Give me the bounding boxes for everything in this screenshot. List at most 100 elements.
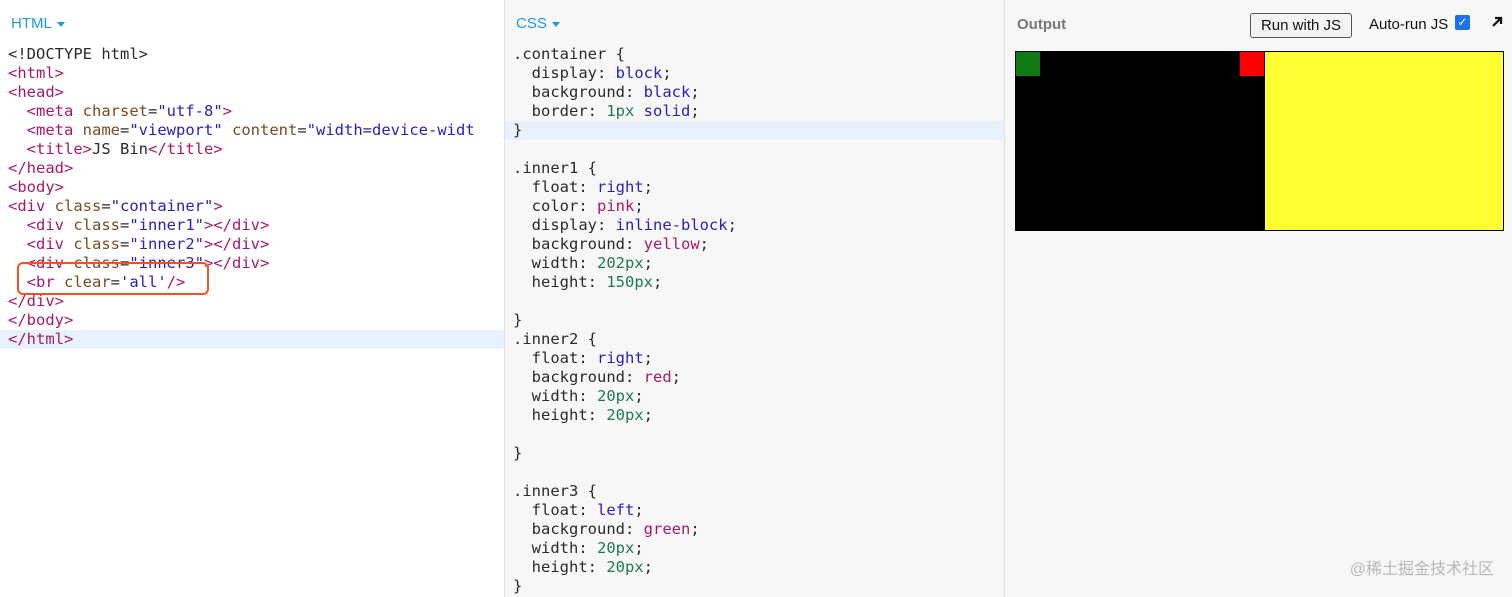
- code-token: ;: [643, 558, 653, 576]
- code-token: right: [597, 178, 644, 196]
- code-line[interactable]: }: [505, 444, 1004, 463]
- auto-run-checkbox[interactable]: ✓: [1455, 15, 1470, 30]
- code-token: red: [643, 368, 672, 386]
- code-token: =: [101, 197, 111, 215]
- code-line[interactable]: width: 20px;: [505, 387, 1004, 406]
- code-line[interactable]: <meta charset="utf-8">: [0, 102, 504, 121]
- code-token: <html>: [8, 64, 64, 82]
- css-tab-label: CSS: [516, 15, 547, 32]
- code-token: display:: [513, 64, 616, 82]
- code-line[interactable]: .inner3 {: [505, 482, 1004, 501]
- code-token: <div: [26, 235, 74, 253]
- code-line[interactable]: <div class="inner1"></div>: [0, 216, 504, 235]
- code-token: 20px: [597, 387, 635, 405]
- code-line[interactable]: height: 20px;: [505, 406, 1004, 425]
- code-token: "inner1": [129, 216, 205, 234]
- code-line[interactable]: display: inline-block;: [505, 216, 1004, 235]
- code-line[interactable]: <div class="container">: [0, 197, 504, 216]
- code-line[interactable]: }: [505, 311, 1004, 330]
- code-token: background:: [513, 83, 644, 101]
- code-token: class: [54, 197, 102, 215]
- code-line[interactable]: background: black;: [505, 83, 1004, 102]
- code-line[interactable]: float: left;: [505, 501, 1004, 520]
- code-token: </body>: [8, 311, 74, 329]
- code-line[interactable]: width: 202px;: [505, 254, 1004, 273]
- code-line[interactable]: .inner1 {: [505, 159, 1004, 178]
- code-token: <meta: [26, 121, 83, 139]
- code-token: ;: [643, 254, 654, 272]
- code-line[interactable]: color: pink;: [505, 197, 1004, 216]
- code-token: .inner1 {: [513, 159, 597, 177]
- code-line[interactable]: float: right;: [505, 178, 1004, 197]
- code-token: =: [120, 216, 130, 234]
- code-token: block: [615, 64, 663, 82]
- code-line[interactable]: [505, 425, 1004, 444]
- code-line[interactable]: [505, 292, 1004, 311]
- code-token: width:: [513, 254, 597, 272]
- code-line[interactable]: height: 150px;: [505, 273, 1004, 292]
- expand-icon[interactable]: [1489, 14, 1505, 30]
- css-panel-tab[interactable]: CSS: [516, 15, 560, 32]
- code-line[interactable]: display: block;: [505, 64, 1004, 83]
- html-code-editor[interactable]: <!DOCTYPE html> <html> <head> <meta charse…: [0, 45, 504, 349]
- code-line[interactable]: </html>: [0, 330, 504, 349]
- code-line[interactable]: border: 1px solid;: [505, 102, 1004, 121]
- code-line[interactable]: float: right;: [505, 349, 1004, 368]
- code-line[interactable]: .inner2 {: [505, 330, 1004, 349]
- code-token: ></div>: [204, 216, 270, 234]
- code-token: float:: [513, 178, 597, 196]
- code-line[interactable]: [505, 140, 1004, 159]
- code-token: ;: [643, 406, 653, 424]
- code-line[interactable]: }: [505, 121, 1004, 140]
- code-line[interactable]: <body>: [0, 178, 504, 197]
- code-line[interactable]: <html>: [0, 64, 504, 83]
- code-line[interactable]: [505, 463, 1004, 482]
- html-panel-tab[interactable]: HTML: [11, 15, 65, 32]
- code-token: border:: [513, 102, 607, 120]
- code-token: <head>: [8, 83, 64, 101]
- code-token: <title>: [26, 140, 92, 158]
- css-editor-panel[interactable]: CSS .container { display: block; backgro…: [504, 0, 1005, 597]
- code-token: }: [513, 311, 523, 329]
- code-line[interactable]: <head>: [0, 83, 504, 102]
- code-token: "container": [110, 197, 214, 215]
- code-token: ;: [662, 64, 672, 82]
- code-token: height:: [513, 406, 607, 424]
- code-line[interactable]: }: [505, 577, 1004, 596]
- code-token: class: [73, 216, 121, 234]
- run-with-js-button[interactable]: Run with JS: [1250, 13, 1352, 38]
- code-line[interactable]: <title>JS Bin</title>: [0, 140, 504, 159]
- code-token: background:: [513, 520, 644, 538]
- code-token: "width=device-widt: [306, 121, 475, 139]
- code-line[interactable]: .container {: [505, 45, 1004, 64]
- code-line[interactable]: height: 20px;: [505, 558, 1004, 577]
- code-token: name: [82, 121, 120, 139]
- code-token: "viewport": [129, 121, 223, 139]
- code-line[interactable]: <div class="inner2"></div>: [0, 235, 504, 254]
- code-line[interactable]: width: 20px;: [505, 539, 1004, 558]
- css-code-editor[interactable]: .container { display: block; background:…: [505, 45, 1004, 596]
- code-line[interactable]: background: yellow;: [505, 235, 1004, 254]
- code-token: }: [513, 577, 523, 595]
- code-line[interactable]: </body>: [0, 311, 504, 330]
- code-line[interactable]: background: green;: [505, 520, 1004, 539]
- code-token: 150px: [606, 273, 653, 291]
- chevron-down-icon: [551, 21, 560, 27]
- code-line[interactable]: <!DOCTYPE html>: [0, 45, 504, 64]
- html-editor-panel[interactable]: HTML <!DOCTYPE html> <html> <head> <meta c…: [0, 0, 504, 597]
- code-token: width:: [513, 539, 597, 557]
- code-token: float:: [513, 349, 597, 367]
- code-line[interactable]: </head>: [0, 159, 504, 178]
- code-token: green: [643, 520, 691, 538]
- code-token: }: [513, 444, 523, 462]
- code-token: ;: [643, 178, 654, 196]
- code-line[interactable]: <meta name="viewport" content="width=dev…: [0, 121, 504, 140]
- code-token: </title>: [148, 140, 223, 158]
- code-token: black: [643, 83, 691, 101]
- code-line[interactable]: background: red;: [505, 368, 1004, 387]
- code-token: ;: [671, 368, 681, 386]
